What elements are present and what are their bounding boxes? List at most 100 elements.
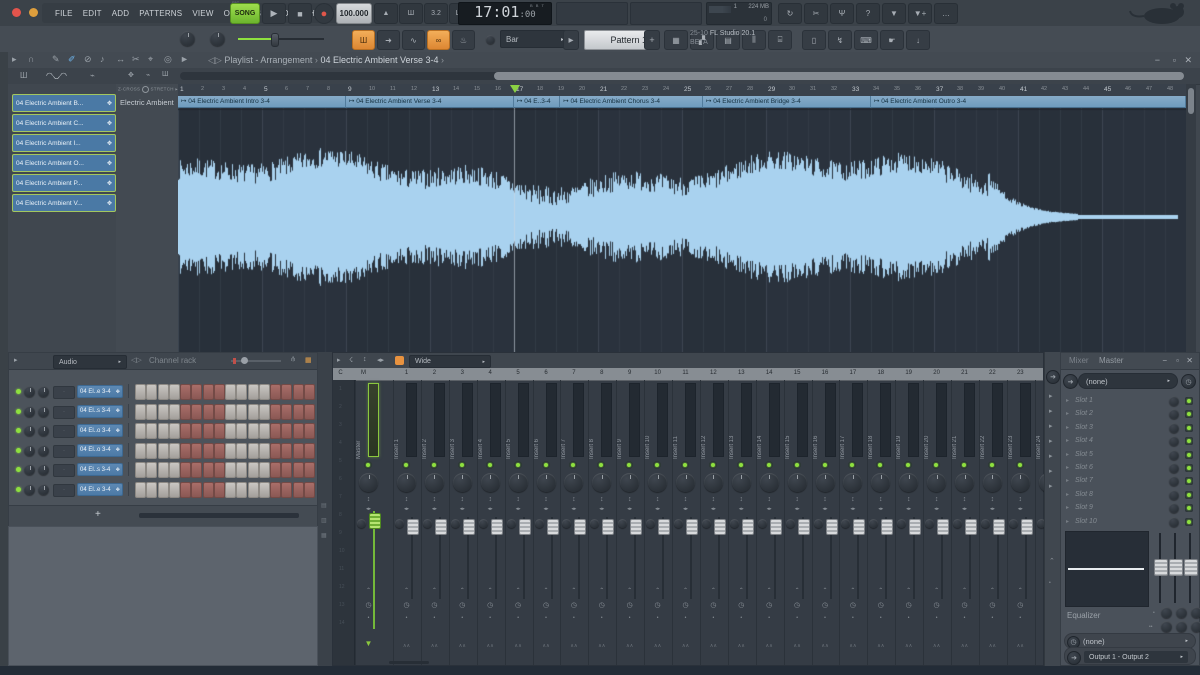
stereo-sep-icon[interactable]: ↕ [393,496,420,503]
step-cell[interactable] [270,462,281,478]
mixer-strip-led[interactable] [542,461,550,469]
fx-caret-icon[interactable]: ⌃ [672,587,699,594]
mixer-pan-knob[interactable] [509,473,528,492]
swap-channels-icon[interactable]: ◂▸ [784,506,811,512]
pre-fader-knob[interactable] [357,519,366,528]
dock-icon[interactable]: ▤ [321,502,327,509]
swap-channels-icon[interactable]: ◂▸ [812,506,839,512]
timeline-bar-20[interactable]: 20 [579,86,585,92]
record-dot-icon[interactable]: • [505,615,532,621]
mixer-strip-label[interactable]: Insert 21 [952,385,958,459]
plugin-arrow-icon[interactable]: ➜ [1063,374,1078,389]
mixer-strip-label[interactable]: Insert 4 [478,385,484,459]
step-cell[interactable] [293,443,304,459]
step-cell[interactable] [248,443,259,459]
step-cell[interactable] [191,423,202,439]
mixer-col-4[interactable]: 4 [477,370,504,376]
channel-pan-knob[interactable] [24,464,35,475]
mixer-col-14[interactable]: 14 [756,370,783,376]
slot-enable-led[interactable] [1185,410,1193,418]
step-cell[interactable] [135,462,146,478]
pre-fader-knob[interactable] [897,519,906,528]
step-cell[interactable] [191,482,202,498]
record-dot-icon[interactable]: • [951,615,978,621]
mixer-strip-led[interactable] [1016,461,1024,469]
slot-enable-led[interactable] [1185,504,1193,512]
menu-item-patterns[interactable]: PATTERNS [139,9,182,18]
pre-fader-knob[interactable] [423,519,432,528]
timeline-bar-37[interactable]: 37 [936,86,943,93]
step-cell[interactable] [158,462,169,478]
mixer-strip-label[interactable]: Insert 8 [589,385,595,459]
mixer-strip-meter[interactable] [936,383,947,457]
channel-volume-knob[interactable] [38,484,49,495]
mixer-strip-meter[interactable] [797,383,808,457]
track-stretch-options[interactable]: Z-CROSS STRETCH ▸ [118,86,178,93]
delay-clock-icon[interactable]: ◷ [700,601,727,609]
step-cell[interactable] [236,462,247,478]
step-cell[interactable] [169,443,180,459]
mixer-strip-meter[interactable] [992,383,1003,457]
mixer-view-icon[interactable] [395,356,404,365]
mixer-strip-label[interactable]: Insert 19 [896,385,902,459]
zoom-tool-icon[interactable]: ◎ [164,54,172,65]
pre-fader-knob[interactable] [507,519,516,528]
audio-output-icon[interactable]: ∧∧ [588,643,615,649]
typing-keyboard-to-piano-icon[interactable]: ↻ [778,3,802,24]
timeline-bar-44[interactable]: 44 [1083,86,1089,92]
shuffle-slider-handle[interactable] [271,33,279,47]
volume-fader-handle[interactable] [1021,519,1033,535]
mixer-strip-led[interactable] [960,461,968,469]
fx-caret-icon[interactable]: ⌃ [728,587,755,594]
audio-output-icon[interactable]: ∧∧ [839,643,866,649]
timeline-bar-23[interactable]: 23 [642,86,648,92]
mixer-col-20[interactable]: 20 [923,370,950,376]
volume-fader-handle[interactable] [519,519,531,535]
effect-slot-9[interactable]: ▸Slot 9 [1063,502,1197,515]
delay-clock-icon[interactable]: ◷ [421,601,448,609]
playlist-vscrollbar-handle[interactable] [1188,88,1194,114]
mixer-strip-meter[interactable] [825,383,836,457]
channel-filter-selector[interactable]: Audio ▸ [53,355,127,369]
record-dot-icon[interactable]: • [812,615,839,621]
mixer-pan-knob[interactable] [983,473,1002,492]
volume-fader-handle[interactable] [547,519,559,535]
timeline-bar-13[interactable]: 13 [432,86,439,93]
record-dot-icon[interactable]: • [588,615,615,621]
mixer-pan-knob[interactable] [453,473,472,492]
channel-enable-led[interactable] [16,389,21,394]
volume-fader-handle[interactable] [491,519,503,535]
record-dot-icon[interactable]: • [700,615,727,621]
mixer-strip-label[interactable]: Insert 17 [840,385,846,459]
step-cell[interactable] [146,462,157,478]
stereo-sep-icon[interactable]: ↕ [895,496,922,503]
zcross-checkbox[interactable] [142,86,149,93]
master-route-icon[interactable]: ▼ [355,639,382,648]
menu-arrow-icon[interactable]: ▸ [337,356,341,364]
record-dot-icon[interactable]: • [449,615,476,621]
timeline-bar-22[interactable]: 22 [621,86,627,92]
step-cell[interactable] [225,482,236,498]
step-cell[interactable] [214,443,225,459]
swap-channels-icon[interactable]: ◂▸ [839,506,866,512]
effect-slot-4[interactable]: ▸Slot 4 [1063,435,1197,448]
pre-fader-knob[interactable] [953,519,962,528]
step-cell[interactable] [259,384,270,400]
close-traffic-light[interactable] [12,8,21,17]
audio-output-icon[interactable]: ∧∧ [867,643,894,649]
audio-output-icon[interactable]: ∧∧ [672,643,699,649]
stereo-sep-icon[interactable]: ↕ [421,496,448,503]
delay-clock-icon[interactable]: ◷ [1007,601,1034,609]
channel-button[interactable]: 04 El..e 3-4✥ [77,385,123,398]
mixer-strip-label[interactable]: Insert 2 [422,385,428,459]
swap-channels-icon[interactable]: ◂▸ [756,506,783,512]
step-cell[interactable] [180,482,191,498]
audio-output-icon[interactable]: ∧∧ [421,643,448,649]
mixer-col-7[interactable]: 7 [560,370,587,376]
mixer-strip-label[interactable]: Insert 10 [645,385,651,459]
step-cell[interactable] [270,384,281,400]
slot-mix-knob[interactable] [1169,463,1179,473]
mixer-col-3[interactable]: 3 [449,370,476,376]
fx-caret-icon[interactable]: ⌃ [477,587,504,594]
fx-caret-icon[interactable]: ⌃ [867,587,894,594]
